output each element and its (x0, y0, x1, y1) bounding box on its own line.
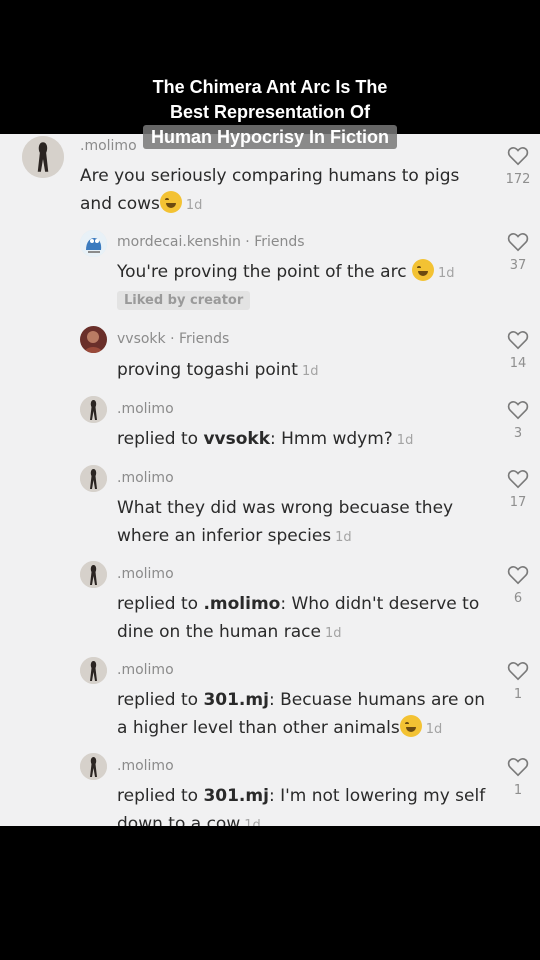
comment-time: 1d (324, 626, 342, 641)
comment-time: 1d (425, 722, 443, 737)
comment-body: What they did was wrong becuase they whe… (117, 498, 454, 546)
reply-prefix: replied to (117, 690, 204, 710)
like-count: 6 (513, 591, 523, 606)
like-button[interactable]: 3 (498, 400, 538, 441)
avatar[interactable] (80, 561, 107, 588)
laughing-emoji-icon (399, 715, 422, 737)
like-count: 14 (509, 356, 527, 371)
like-button[interactable]: 14 (498, 330, 538, 371)
like-button[interactable]: 6 (498, 565, 538, 606)
like-button[interactable]: 172 (498, 146, 538, 187)
avatar[interactable] (80, 230, 107, 257)
heart-outline-icon (507, 233, 529, 252)
comment-body: Are you seriously comparing humans to pi… (80, 166, 460, 214)
heart-outline-icon (507, 758, 529, 777)
like-count: 172 (505, 172, 531, 187)
laughing-emoji-icon (159, 191, 182, 213)
overlay-title-line-3: Human Hypocrisy In Fiction (0, 125, 540, 149)
comment-time: 1d (301, 364, 319, 379)
friends-label: · Friends (165, 331, 230, 347)
like-button[interactable]: 17 (498, 469, 538, 510)
like-count: 17 (509, 495, 527, 510)
comment-text: proving togashi point 1d (117, 356, 487, 386)
overlay-title-line-2: Best Representation Of (169, 102, 371, 122)
comment-text: You're proving the point of the arc 1d (117, 258, 487, 288)
laughing-emoji-icon (411, 259, 434, 281)
comments-panel: .molimo Are you seriously comparing huma… (0, 134, 540, 826)
comment-username[interactable]: .molimo (117, 758, 174, 774)
like-count: 3 (513, 426, 523, 441)
like-count: 1 (513, 783, 523, 798)
like-button[interactable]: 1 (498, 757, 538, 798)
comment-text: replied to 301.mj: Becuase humans are on… (117, 686, 487, 744)
liked-by-creator-badge: Liked by creator (117, 291, 251, 310)
like-count: 1 (513, 687, 523, 702)
like-button[interactable]: 1 (498, 661, 538, 702)
username-text[interactable]: mordecai.kenshin (117, 234, 241, 250)
comment-text: replied to 301.mj: I'm not lowering my s… (117, 782, 487, 826)
comment-text: Are you seriously comparing humans to pi… (80, 162, 480, 220)
avatar[interactable] (80, 753, 107, 780)
comment-username[interactable]: mordecai.kenshin · Friends (117, 234, 305, 250)
heart-outline-icon (507, 662, 529, 681)
heart-outline-icon (507, 147, 529, 166)
comment-time: 1d (437, 266, 455, 281)
reply-target-username[interactable]: 301.mj (203, 786, 269, 806)
comment-time: 1d (244, 818, 261, 826)
comment-time: 1d (185, 198, 203, 213)
heart-outline-icon (507, 566, 529, 585)
comment-username[interactable]: vvsokk · Friends (117, 331, 229, 347)
comment-text: replied to vvsokk: Hmm wdym? 1d (117, 425, 487, 455)
avatar[interactable] (80, 326, 107, 353)
avatar[interactable] (80, 465, 107, 492)
reply-prefix: replied to (117, 786, 204, 806)
comment-time: 1d (335, 530, 352, 545)
username-text[interactable]: vvsokk (117, 331, 166, 347)
like-count: 37 (509, 258, 527, 273)
heart-outline-icon (507, 331, 529, 350)
reply-prefix: replied to (117, 594, 204, 614)
comment-text: replied to .molimo: Who didn't deserve t… (117, 590, 487, 648)
overlay-title-line-3-text: Human Hypocrisy In Fiction (142, 125, 398, 149)
reply-target-username[interactable]: 301.mj (203, 690, 269, 710)
like-button[interactable]: 37 (498, 232, 538, 273)
avatar[interactable] (80, 657, 107, 684)
comment-username[interactable]: .molimo (117, 470, 174, 486)
heart-outline-icon (507, 401, 529, 420)
comment-username[interactable]: .molimo (117, 401, 174, 417)
comment-body: You're proving the point of the arc (117, 262, 407, 282)
comment-username[interactable]: .molimo (117, 662, 174, 678)
comment-text: What they did was wrong becuase they whe… (117, 494, 487, 552)
comment-body: : Hmm wdym? (270, 429, 393, 449)
friends-label: · Friends (240, 234, 305, 250)
reply-target-username[interactable]: .molimo (203, 594, 280, 614)
reply-target-username[interactable]: vvsokk (203, 429, 270, 449)
reply-prefix: replied to (117, 429, 204, 449)
comment-body: proving togashi point (117, 360, 298, 380)
overlay-title-line-1: The Chimera Ant Arc Is The (152, 77, 388, 97)
bottom-black-bar (0, 826, 540, 960)
comment-username[interactable]: .molimo (117, 566, 174, 582)
avatar[interactable] (80, 396, 107, 423)
heart-outline-icon (507, 470, 529, 489)
comment-time: 1d (396, 433, 414, 448)
